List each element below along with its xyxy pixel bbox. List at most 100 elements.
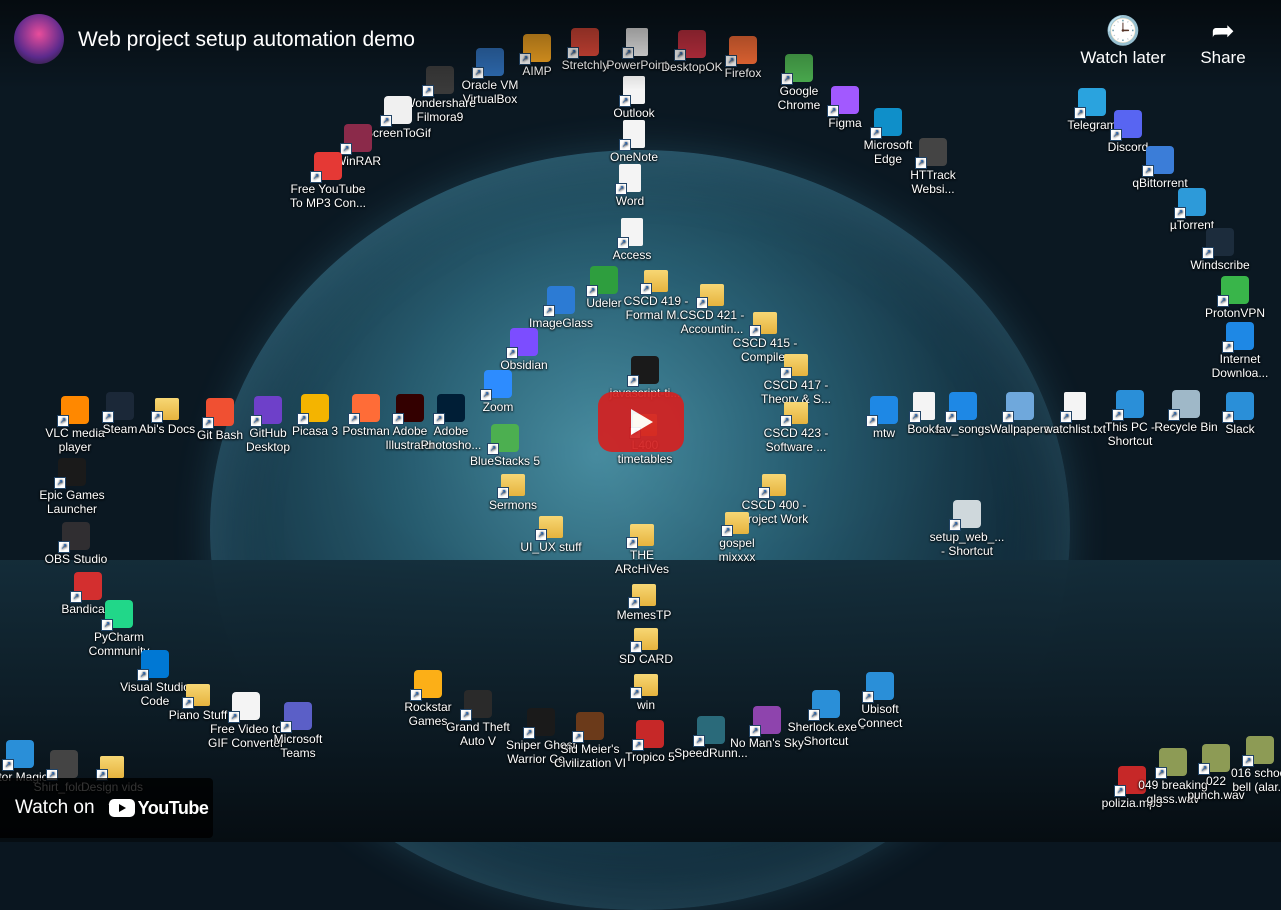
shortcut-arrow-icon: ↗ <box>949 519 961 531</box>
shortcut-arrow-icon: ↗ <box>749 325 761 337</box>
desktop-icon-epic-games[interactable]: ↗ Epic Games Launcher <box>12 458 132 516</box>
video-title[interactable]: Web project setup automation demo <box>78 28 415 52</box>
watch-on-youtube-button[interactable]: Watch on YouTube <box>0 778 213 838</box>
shortcut-arrow-icon: ↗ <box>310 171 322 183</box>
shortcut-arrow-icon: ↗ <box>280 721 292 733</box>
play-button[interactable] <box>598 392 684 452</box>
share-button[interactable]: ➦ Share <box>1192 14 1254 68</box>
shortcut-arrow-icon: ↗ <box>1222 411 1234 423</box>
shortcut-arrow-icon: ↗ <box>630 641 642 653</box>
desktop-icon-label: setup_web_... - Shortcut <box>929 530 1005 558</box>
desktop-icon-word[interactable]: ↗ Word <box>570 164 690 208</box>
shortcut-arrow-icon: ↗ <box>721 525 733 537</box>
desktop-icon-memestp[interactable]: ↗ MemesTP <box>584 580 704 622</box>
desktop-icon-label: Microsoft Teams <box>273 732 323 760</box>
folder-icon: ↗ <box>628 584 656 609</box>
desktop-icon-torrent[interactable]: ↗ µTorrent <box>1132 188 1252 232</box>
watch-later-button[interactable]: 🕒 Watch later <box>1078 14 1168 68</box>
youtube-play-icon <box>108 799 135 817</box>
desktop-icon-onenote[interactable]: ↗ OneNote <box>574 120 694 164</box>
desktop-icon-windscribe[interactable]: ↗ Windscribe <box>1160 228 1280 272</box>
document-icon: ↗ <box>619 120 645 151</box>
clock-icon: 🕒 <box>1105 15 1141 46</box>
desktop-icon-setup-web[interactable]: ↗ setup_web_... - Shortcut <box>907 500 1027 558</box>
shortcut-arrow-icon: ↗ <box>1112 409 1124 421</box>
document-icon: ↗ <box>615 164 641 195</box>
shortcut-arrow-icon: ↗ <box>749 725 761 737</box>
app-icon: ↗ <box>101 600 133 631</box>
desktop-icon-label: 016 school bell (alar... <box>1230 766 1281 794</box>
shortcut-arrow-icon: ↗ <box>433 413 445 425</box>
desktop-icon-label: MemesTP <box>616 608 672 622</box>
shortcut-arrow-icon: ↗ <box>619 139 631 151</box>
share-label: Share <box>1200 48 1246 67</box>
desktop-icon-sherlock-exe[interactable]: ↗ Sherlock.exe - Shortcut <box>766 690 886 748</box>
desktop-icon-label: HTTrack Websi... <box>910 168 956 196</box>
shortcut-arrow-icon: ↗ <box>543 305 555 317</box>
desktop-icon-sd-card[interactable]: ↗ SD CARD <box>586 624 706 666</box>
shortcut-arrow-icon: ↗ <box>758 487 770 499</box>
desktop-icon-label: win <box>636 698 655 712</box>
desktop-icon-label: Free YouTube To MP3 Con... <box>289 182 367 210</box>
app-icon: ↗ <box>627 356 659 387</box>
desktop-icon-free-youtube[interactable]: ↗ Free YouTube To MP3 Con... <box>268 152 388 210</box>
desktop-icon-label: Outlook <box>613 106 655 120</box>
app-icon: ↗ <box>1222 392 1254 423</box>
desktop-icon-slack[interactable]: ↗ Slack <box>1180 392 1281 436</box>
desktop-icon-obsidian[interactable]: ↗ Obsidian <box>464 328 584 372</box>
desktop-icon-internet[interactable]: ↗ Internet Downloa... <box>1180 322 1281 380</box>
folder-icon: ↗ <box>721 512 749 537</box>
desktop-icon-qbittorrent[interactable]: ↗ qBittorrent <box>1100 146 1220 190</box>
app-icon: ↗ <box>54 458 86 489</box>
shortcut-arrow-icon: ↗ <box>460 709 472 721</box>
folder-icon: ↗ <box>696 284 724 309</box>
app-icon: ↗ <box>137 650 169 681</box>
app-icon: ↗ <box>808 690 840 721</box>
shortcut-arrow-icon: ↗ <box>915 157 927 169</box>
video-top-bar: Web project setup automation demo 🕒 Watc… <box>0 0 1281 90</box>
app-icon: ↗ <box>915 138 947 169</box>
app-icon: ↗ <box>340 124 372 155</box>
desktop-icon-the[interactable]: ↗ THE ARcHiVes <box>582 520 702 576</box>
document-icon: ↗ <box>617 218 643 249</box>
shortcut-arrow-icon: ↗ <box>628 597 640 609</box>
desktop-icon-sermons[interactable]: ↗ Sermons <box>453 470 573 512</box>
desktop-icon-label: Slack <box>1225 422 1255 436</box>
app-icon: ↗ <box>280 702 312 733</box>
app-icon: ↗ <box>1142 146 1174 177</box>
channel-avatar[interactable] <box>14 14 64 64</box>
desktop-icon-label: Access <box>612 248 652 262</box>
shortcut-arrow-icon: ↗ <box>780 367 792 379</box>
desktop-icon-label: Word <box>615 194 645 208</box>
app-icon: ↗ <box>949 500 981 531</box>
app-icon: ↗ <box>1110 110 1142 141</box>
folder-icon: ↗ <box>96 756 124 781</box>
shortcut-arrow-icon: ↗ <box>630 687 642 699</box>
folder-icon: ↗ <box>749 312 777 337</box>
shortcut-arrow-icon: ↗ <box>1217 295 1229 307</box>
desktop-icon-label: Internet Downloa... <box>1211 352 1269 380</box>
folder-icon: ↗ <box>780 354 808 379</box>
youtube-wordmark: YouTube <box>137 797 209 818</box>
desktop-icon-label: ProtonVPN <box>1204 306 1266 320</box>
watch-on-label: Watch on <box>15 797 95 818</box>
desktop-icon-label: Windscribe <box>1190 258 1250 272</box>
desktop-icon-win[interactable]: ↗ win <box>586 670 706 712</box>
shortcut-arrow-icon: ↗ <box>1202 247 1214 259</box>
shortcut-arrow-icon: ↗ <box>632 739 644 751</box>
shortcut-arrow-icon: ↗ <box>58 541 70 553</box>
desktop-icon-httrack[interactable]: ↗ HTTrack Websi... <box>873 138 993 196</box>
desktop-icon-protonvpn[interactable]: ↗ ProtonVPN <box>1175 276 1281 320</box>
desktop-icon-access[interactable]: ↗ Access <box>572 218 692 262</box>
desktop-icon-microsoft[interactable]: ↗ Microsoft Teams <box>238 702 358 760</box>
shortcut-arrow-icon: ↗ <box>1174 207 1186 219</box>
desktop-icon-016-school[interactable]: ↗016 school bell (alar... <box>1200 736 1281 794</box>
desktop-icon-label: OneNote <box>609 150 659 164</box>
youtube-logo: YouTube <box>108 797 209 819</box>
folder-icon: ↗ <box>780 402 808 427</box>
desktop-icon-bluestacks-5[interactable]: ↗ BlueStacks 5 <box>445 424 565 468</box>
shortcut-arrow-icon: ↗ <box>572 731 584 743</box>
folder-icon: ↗ <box>758 474 786 499</box>
desktop-icon-obs-studio[interactable]: ↗ OBS Studio <box>16 522 136 566</box>
folder-icon: ↗ <box>497 474 525 499</box>
